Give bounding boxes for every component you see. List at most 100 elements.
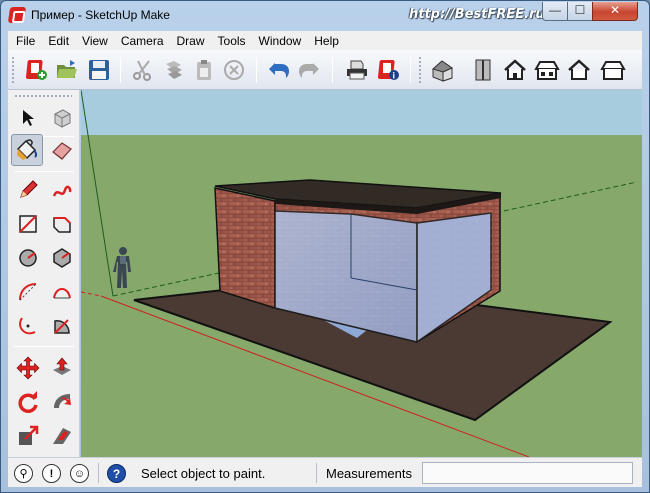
freehand-tool[interactable] — [46, 174, 78, 206]
geo-location-icon[interactable]: ⚲ — [14, 464, 33, 483]
svg-text:i: i — [393, 71, 396, 81]
copy-icon — [166, 61, 182, 79]
open-folder-icon — [57, 60, 77, 78]
save-floppy-icon — [89, 60, 109, 80]
measurements-input[interactable] — [422, 462, 633, 484]
menu-help[interactable]: Help — [314, 34, 339, 48]
pie-tool[interactable] — [46, 310, 78, 342]
polygon-icon — [53, 248, 71, 268]
menu-draw[interactable]: Draw — [177, 34, 205, 48]
save-button[interactable] — [84, 56, 114, 84]
brick-left-wall — [214, 187, 276, 310]
two-point-arc-tool[interactable] — [46, 276, 78, 308]
rotate-tool[interactable] — [12, 386, 44, 418]
minimize-button[interactable]: — — [542, 2, 568, 21]
menu-view[interactable]: View — [82, 34, 108, 48]
status-message: Select object to paint. — [141, 466, 266, 481]
menu-edit[interactable]: Edit — [48, 34, 69, 48]
sketchup-app-icon[interactable] — [7, 7, 27, 23]
right-view-button[interactable] — [532, 56, 562, 84]
circle-tool[interactable] — [12, 242, 44, 274]
maximize-button[interactable]: ☐ — [567, 2, 593, 21]
sky — [81, 90, 642, 135]
status-divider — [98, 463, 99, 483]
freehand-icon — [52, 185, 72, 197]
model-info-button[interactable]: i — [374, 56, 404, 84]
eraser-tool[interactable] — [46, 134, 78, 166]
top-view-button[interactable] — [468, 56, 498, 84]
menu-bar: File Edit View Camera Draw Tools Window … — [8, 31, 642, 50]
views-toolbar-grip[interactable] — [418, 56, 422, 84]
rectangle-tool[interactable] — [12, 208, 44, 240]
iso-house-icon — [431, 60, 454, 82]
offset-tool[interactable] — [46, 420, 78, 452]
line-tool[interactable] — [12, 174, 44, 206]
watermark-text: http://BestFREE.ru — [409, 7, 545, 22]
toolbar-grip[interactable] — [11, 56, 15, 84]
undo-button[interactable] — [264, 56, 294, 84]
model-info-icon: i — [377, 60, 399, 81]
erase-circle-icon — [224, 60, 244, 80]
palette-grip[interactable] — [14, 94, 72, 98]
two-point-arc-icon — [53, 288, 71, 299]
three-point-arc-tool[interactable] — [12, 310, 44, 342]
scissors-icon — [133, 60, 151, 81]
copy-button[interactable] — [159, 56, 189, 84]
scene-3d — [81, 90, 642, 457]
menu-window[interactable]: Window — [259, 34, 302, 48]
paint-bucket-tool[interactable] — [11, 134, 43, 166]
right-view-house-icon — [534, 61, 560, 80]
follow-me-tool[interactable] — [46, 386, 78, 418]
print-button[interactable] — [342, 56, 372, 84]
back-view-button[interactable] — [564, 56, 594, 84]
credits-icon[interactable]: ! — [42, 464, 61, 483]
front-view-house-icon — [504, 59, 526, 80]
pencil-icon — [20, 180, 38, 198]
scale-tool[interactable] — [12, 420, 44, 452]
component-tool[interactable] — [46, 102, 78, 134]
menu-tools[interactable]: Tools — [218, 34, 246, 48]
menu-file[interactable]: File — [16, 34, 35, 48]
status-bar: ⚲ ! ☺ ? Select object to paint. Measurem… — [8, 457, 642, 487]
left-view-button[interactable] — [598, 56, 628, 84]
iso-view-button[interactable] — [428, 56, 458, 84]
rectangle-icon — [19, 215, 37, 233]
rotated-rectangle-tool[interactable] — [46, 208, 78, 240]
printer-icon — [347, 60, 367, 80]
toolbar-separator — [120, 57, 121, 83]
user-account-icon[interactable]: ☺ — [70, 464, 89, 483]
move-tool[interactable] — [12, 352, 44, 384]
select-arrow-icon — [23, 110, 34, 126]
three-point-arc-icon — [19, 317, 36, 335]
pie-icon — [54, 319, 70, 334]
toolbar-separator — [410, 57, 411, 83]
polygon-tool[interactable] — [46, 242, 78, 274]
left-view-house-icon — [600, 61, 626, 80]
close-button[interactable]: ✕ — [592, 2, 638, 21]
arc-tool[interactable] — [12, 276, 44, 308]
select-tool[interactable] — [12, 102, 44, 134]
follow-me-icon — [54, 394, 71, 408]
modeling-viewport[interactable] — [81, 90, 642, 457]
new-model-button[interactable] — [22, 56, 52, 84]
push-pull-icon — [53, 357, 71, 375]
menu-camera[interactable]: Camera — [121, 34, 164, 48]
open-button[interactable] — [52, 56, 82, 84]
paint-bucket-icon — [16, 139, 38, 160]
rotate-icon — [18, 391, 38, 413]
title-bar[interactable]: Пример - SketchUp Make http://BestFREE.r… — [1, 1, 649, 31]
redo-button[interactable] — [294, 56, 324, 84]
paste-button[interactable] — [189, 56, 219, 84]
arc-icon — [19, 283, 37, 301]
status-divider — [316, 463, 317, 483]
front-view-button[interactable] — [500, 56, 530, 84]
circle-icon — [19, 249, 37, 267]
cut-button[interactable] — [128, 56, 158, 84]
palette-separator — [14, 171, 74, 172]
toolbar-separator — [256, 57, 257, 83]
rotated-rectangle-icon — [53, 217, 71, 233]
erase-button[interactable] — [219, 56, 249, 84]
help-icon[interactable]: ? — [107, 464, 126, 483]
move-arrows-icon — [16, 356, 40, 380]
push-pull-tool[interactable] — [46, 352, 78, 384]
